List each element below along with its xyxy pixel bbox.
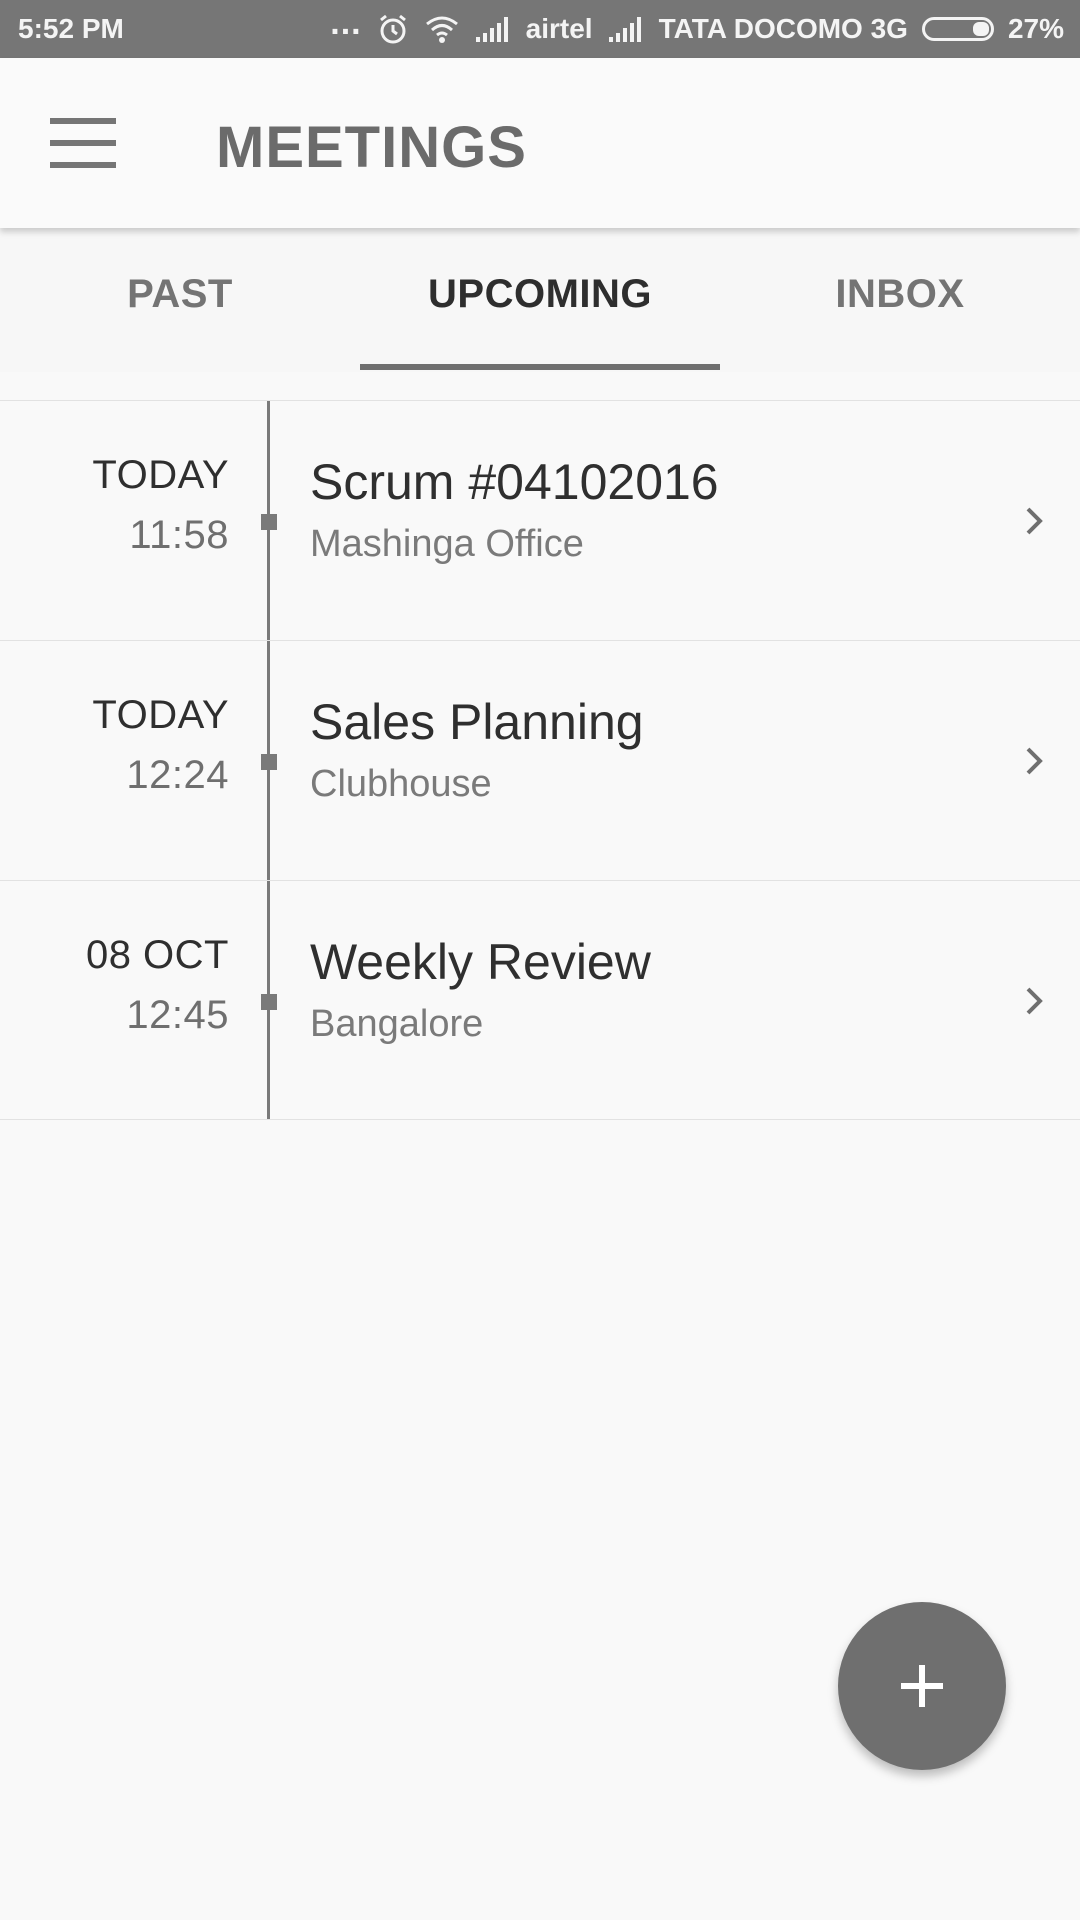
- alarm-icon: [376, 12, 410, 46]
- meeting-time: 11:58: [129, 513, 229, 557]
- tab-inbox[interactable]: INBOX: [720, 228, 1080, 372]
- meetings-list: TODAY 11:58 Scrum #04102016 Mashinga Off…: [0, 400, 1080, 1120]
- carrier-1: airtel: [525, 13, 593, 44]
- status-time: 5:52 PM: [18, 13, 124, 44]
- meeting-date: 08 OCT: [85, 933, 229, 977]
- chevron-right-icon: [1026, 747, 1043, 775]
- meeting-row[interactable]: TODAY 12:24 Sales Planning Clubhouse: [0, 640, 1080, 880]
- chevron-right-icon: [1026, 507, 1043, 535]
- battery-percent: 27%: [1007, 13, 1064, 44]
- app-bar: MEETINGS: [0, 58, 1080, 228]
- meeting-title: Scrum #04102016: [310, 454, 719, 510]
- wifi-icon: [424, 14, 460, 44]
- page-title: MEETINGS: [216, 115, 527, 180]
- tab-upcoming[interactable]: UPCOMING: [360, 228, 720, 372]
- meeting-location: Bangalore: [310, 1003, 484, 1045]
- meeting-location: Mashinga Office: [310, 523, 584, 565]
- signal-icon: [474, 15, 512, 43]
- meeting-row[interactable]: TODAY 11:58 Scrum #04102016 Mashinga Off…: [0, 400, 1080, 640]
- add-meeting-button[interactable]: [838, 1602, 1006, 1770]
- active-tab-indicator: [360, 364, 720, 370]
- tab-bar: PAST UPCOMING INBOX: [0, 228, 1080, 372]
- plus-icon: [901, 1665, 943, 1707]
- status-bar: 5:52 PM ... airtel TATA DOCOMO 3G 27%: [0, 0, 1080, 58]
- meeting-date: TODAY: [92, 693, 229, 737]
- signal-icon: [607, 15, 645, 43]
- meeting-title: Weekly Review: [310, 934, 651, 990]
- meeting-time: 12:24: [126, 753, 229, 797]
- meeting-row[interactable]: 08 OCT 12:45 Weekly Review Bangalore: [0, 880, 1080, 1120]
- status-icons: ... airtel TATA DOCOMO 3G 27%: [330, 0, 1064, 58]
- meeting-title: Sales Planning: [310, 694, 644, 750]
- tab-past[interactable]: PAST: [0, 228, 360, 372]
- chevron-right-icon: [1026, 987, 1043, 1015]
- meeting-date: TODAY: [92, 453, 229, 497]
- timeline-marker: [261, 514, 277, 530]
- meeting-time: 12:45: [126, 993, 229, 1037]
- carrier-2: TATA DOCOMO 3G: [658, 13, 908, 44]
- timeline-marker: [261, 994, 277, 1010]
- battery-icon: [921, 17, 994, 41]
- meeting-location: Clubhouse: [310, 763, 492, 805]
- notification-dots: ...: [330, 3, 362, 42]
- hamburger-menu-icon[interactable]: [50, 118, 116, 168]
- timeline-marker: [261, 754, 277, 770]
